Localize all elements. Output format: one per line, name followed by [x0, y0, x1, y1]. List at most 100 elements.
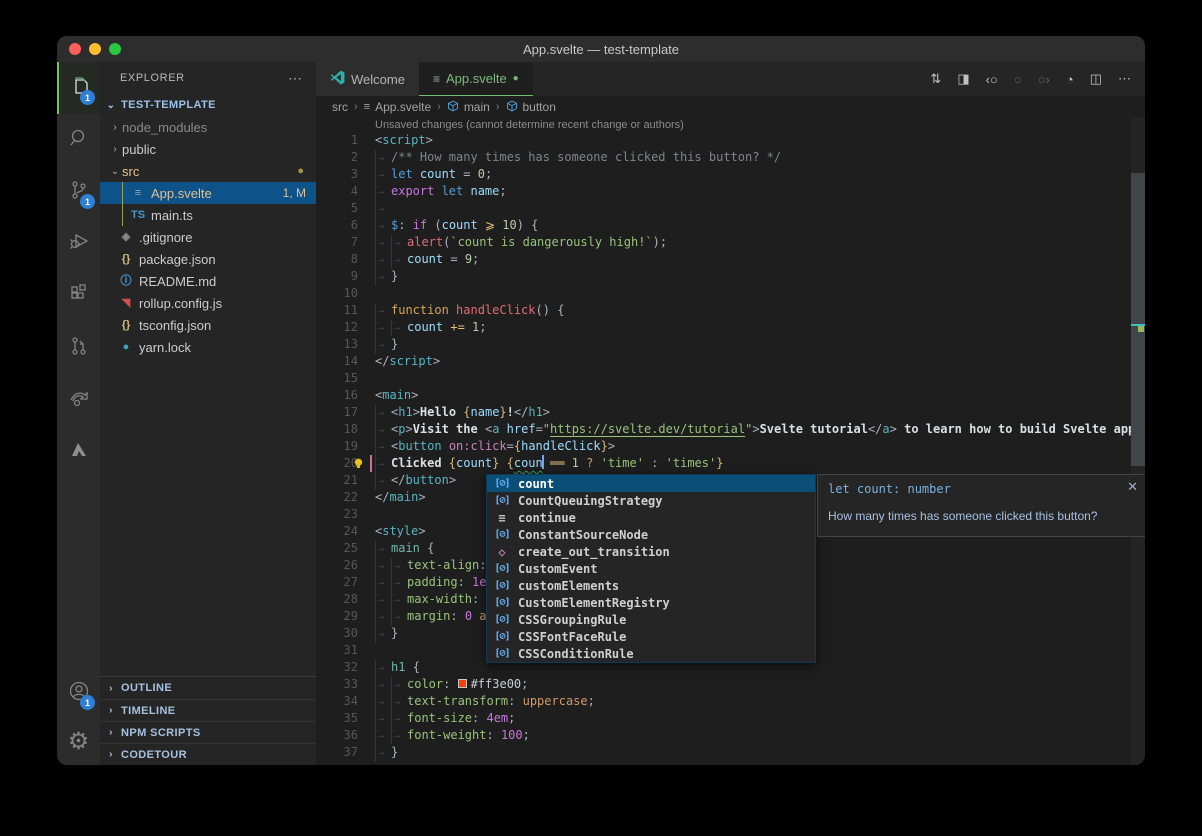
activity-github-pull-requests[interactable] [57, 322, 100, 374]
code-line-17[interactable]: 17→<h1>Hello {name}!</h1> [316, 404, 1145, 421]
breadcrumb-item-main[interactable]: main [447, 100, 490, 115]
code-line-12[interactable]: 12→→count += 1; [316, 319, 1145, 336]
suggestion-customelements[interactable]: [⊘]customElements [487, 577, 815, 594]
file-tree-item-rollup-config-js[interactable]: ◥rollup.config.js [100, 292, 316, 314]
file-tree-item-src[interactable]: ⌄src● [100, 160, 316, 182]
code-line-6[interactable]: 6→$: if (count ⩾ 10) { [316, 217, 1145, 234]
code-line-20[interactable]: 20→Clicked {count} {coun ══ 1 ? 'time' :… [316, 455, 1145, 472]
editor-scrollbar[interactable] [1131, 118, 1145, 765]
suggestion-create_out_transition[interactable]: ◇create_out_transition [487, 543, 815, 560]
code-line-18[interactable]: 18→<p>Visit the <a href="https://svelte.… [316, 421, 1145, 438]
suggestion-constantsourcenode[interactable]: [⊘]ConstantSourceNode [487, 526, 815, 543]
tab-welcome[interactable]: Welcome [316, 62, 419, 96]
file-tree-item-node-modules[interactable]: ›node_modules [100, 116, 316, 138]
project-root-folder[interactable]: ⌄ TEST-TEMPLATE [100, 94, 316, 116]
suggestion-cssgroupingrule[interactable]: [⊘]CSSGroupingRule [487, 611, 815, 628]
activity-live-share[interactable] [57, 374, 100, 426]
line-number: 28 [316, 591, 358, 608]
activity-explorer[interactable]: 1 [57, 62, 100, 114]
suggestion-continue[interactable]: ≡continue [487, 509, 815, 526]
activity-settings[interactable]: ⚙ [57, 719, 100, 765]
code-line-34[interactable]: 34→→text-transform: uppercase; [316, 693, 1145, 710]
line-number: 16 [316, 387, 358, 404]
color-swatch[interactable] [458, 679, 467, 688]
next-change-icon[interactable]: ○› [1038, 72, 1050, 87]
extensions-icon [67, 282, 91, 311]
code-line-8[interactable]: 8→→count = 9; [316, 251, 1145, 268]
suggestion-customevent[interactable]: [⊘]CustomEvent [487, 560, 815, 577]
code-line-33[interactable]: 33→→color: #ff3e00; [316, 676, 1145, 693]
breadcrumb-item-button[interactable]: button [506, 100, 556, 115]
chevron-right-icon: › [108, 144, 122, 155]
file-tree-item-main-ts[interactable]: TSmain.ts [100, 204, 316, 226]
breadcrumb-item-app-svelte[interactable]: ≡App.svelte [364, 100, 431, 114]
line-number: 25 [316, 540, 358, 557]
zoom-window-button[interactable] [109, 43, 121, 55]
file-tree-item-readme-md[interactable]: ⓘREADME.md [100, 270, 316, 292]
code-line-13[interactable]: 13→} [316, 336, 1145, 353]
activity-search[interactable] [57, 114, 100, 166]
code-line-37[interactable]: 37→} [316, 744, 1145, 761]
code-line-36[interactable]: 36→→font-weight: 100; [316, 727, 1145, 744]
activity-extensions[interactable] [57, 270, 100, 322]
open-preview-icon[interactable]: ◨ [957, 71, 969, 87]
file-tree-item--gitignore[interactable]: ◈.gitignore [100, 226, 316, 248]
previous-change-icon[interactable]: ‹○ [986, 72, 998, 87]
split-editor-icon[interactable]: ◫ [1090, 71, 1102, 87]
scrollbar-thumb[interactable] [1131, 173, 1145, 466]
activity-run-debug[interactable] [57, 218, 100, 270]
close-icon[interactable]: ✕ [1127, 479, 1138, 495]
code-line-35[interactable]: 35→→font-size: 4em; [316, 710, 1145, 727]
line-number: 22 [316, 489, 358, 506]
history-icon[interactable]: ◔ [1066, 72, 1074, 87]
suggestion-countqueuingstrategy[interactable]: [⊘]CountQueuingStrategy [487, 492, 815, 509]
suggestion-cssconditionrule[interactable]: [⊘]CSSConditionRule [487, 645, 815, 662]
suggestion-count[interactable]: [⊘]count [487, 475, 815, 492]
file-tree-item-app-svelte[interactable]: ≡App.svelte1, M [100, 182, 316, 204]
suggestion-customelementregistry[interactable]: [⊘]CustomElementRegistry [487, 594, 815, 611]
more-actions-icon[interactable]: ⋯ [1118, 71, 1131, 87]
breadcrumb-item-src[interactable]: src [332, 100, 348, 114]
tab-welcome-label: Welcome [351, 72, 405, 87]
file-lines-icon: ≡ [364, 101, 370, 113]
file-lines-icon: ≡ [433, 72, 440, 86]
line-number: 1 [316, 132, 358, 149]
suggestion-cssfontfacerule[interactable]: [⊘]CSSFontFaceRule [487, 628, 815, 645]
code-line-16[interactable]: 16<main> [316, 387, 1145, 404]
code-line-15[interactable]: 15 [316, 370, 1145, 387]
code-line-1[interactable]: 1<script> [316, 132, 1145, 149]
code-line-2[interactable]: 2→/** How many times has someone clicked… [316, 149, 1145, 166]
close-window-button[interactable] [69, 43, 81, 55]
codelens-unsaved-changes[interactable]: Unsaved changes (cannot determine recent… [316, 118, 1145, 132]
file-tree-item-yarn-lock[interactable]: ●yarn.lock [100, 336, 316, 358]
file-tree-item-package-json[interactable]: {}package.json [100, 248, 316, 270]
code-editor[interactable]: Unsaved changes (cannot determine recent… [316, 118, 1145, 765]
activity-accounts[interactable]: 1 [57, 667, 100, 719]
open-changes-icon[interactable]: ⇅ [930, 71, 941, 87]
section-codetour[interactable]: ›CODETOUR [100, 743, 316, 765]
code-line-19[interactable]: 19→<button on:click={handleClick}> [316, 438, 1145, 455]
section-outline[interactable]: ›OUTLINE [100, 677, 316, 699]
code-line-10[interactable]: 10 [316, 285, 1145, 302]
line-number: 11 [316, 302, 358, 319]
line-number: 34 [316, 693, 358, 710]
code-line-4[interactable]: 4→export let name; [316, 183, 1145, 200]
code-line-3[interactable]: 3→let count = 0; [316, 166, 1145, 183]
tab-app-svelte[interactable]: ≡ App.svelte ● [419, 62, 533, 96]
file-tree-item-tsconfig-json[interactable]: {}tsconfig.json [100, 314, 316, 336]
code-line-11[interactable]: 11→function handleClick() { [316, 302, 1145, 319]
lightbulb-icon[interactable] [352, 457, 365, 470]
symbol-variable-icon: [⊘] [492, 529, 512, 540]
code-line-5[interactable]: 5→ [316, 200, 1145, 217]
file-tree-item-public[interactable]: ›public [100, 138, 316, 160]
minimize-window-button[interactable] [89, 43, 101, 55]
activity-source-control[interactable]: 1 [57, 166, 100, 218]
explorer-more-actions[interactable]: ⋯ [288, 70, 302, 87]
current-change-icon[interactable]: ○ [1014, 72, 1022, 87]
section-timeline[interactable]: ›TIMELINE [100, 699, 316, 721]
activity-azure[interactable] [57, 426, 100, 478]
code-line-7[interactable]: 7→→alert(`count is dangerously high!`); [316, 234, 1145, 251]
code-line-14[interactable]: 14</script> [316, 353, 1145, 370]
code-line-9[interactable]: 9→} [316, 268, 1145, 285]
section-npm-scripts[interactable]: ›NPM SCRIPTS [100, 721, 316, 743]
